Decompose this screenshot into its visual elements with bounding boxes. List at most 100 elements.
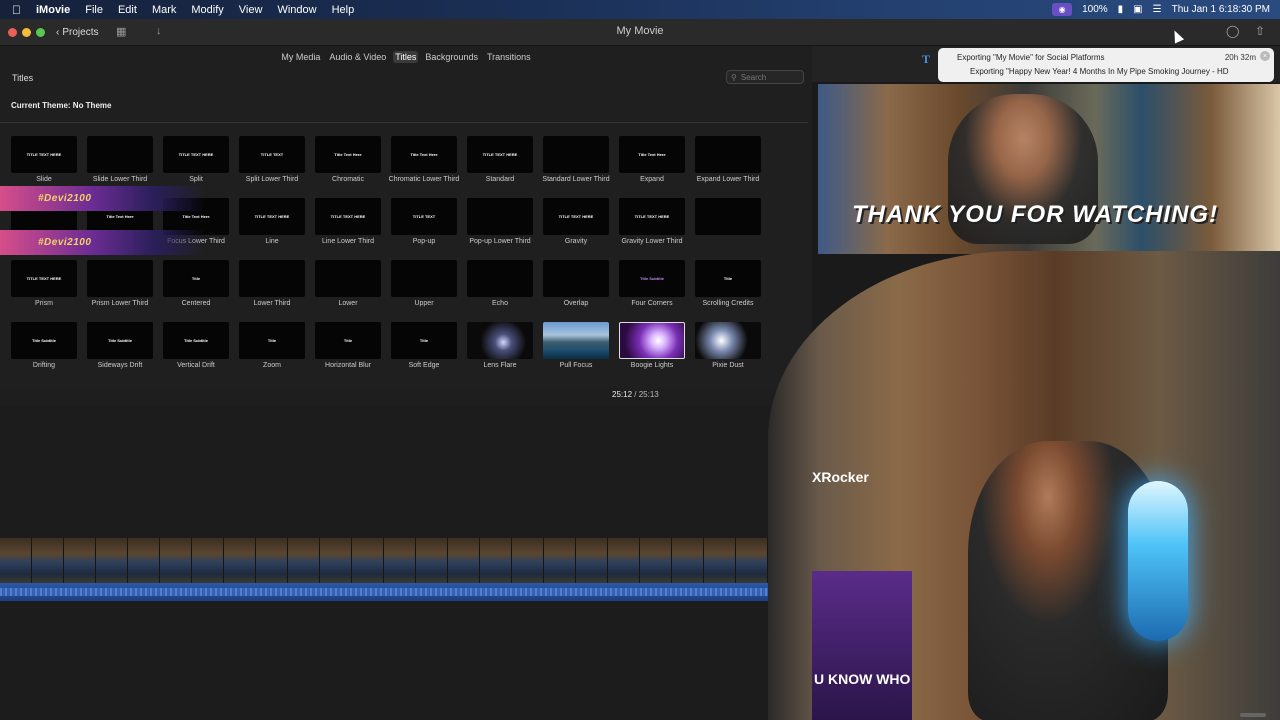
poster-text: U KNOW WHO [814,671,911,687]
title-thumbnail: Title Text Here [391,136,457,173]
search-field[interactable]: ⚲ Search [726,70,804,84]
title-tile[interactable]: TITLE TEXT HERE Gravity [538,198,614,260]
social-handle-banner: #Devi2100 [0,186,205,211]
title-thumbnail: TITLE TEXT [391,198,457,235]
clip-frame [0,538,32,583]
timecode-current: 25:12 [612,390,633,399]
title-thumbnail: Title Subtitle [11,322,77,359]
control-center-icon[interactable]: ☰ [1153,4,1162,15]
title-thumbnail [619,322,685,359]
title-tile-label: Standard Lower Third [542,176,610,183]
title-tile[interactable]: Lens Flare [462,322,538,384]
title-tile-label: Lens Flare [483,362,517,369]
share-icon[interactable]: ⇧ [1255,24,1265,38]
title-tile-label: Vertical Drift [177,362,215,369]
window-titlebar: ‹ Projects ▦ ↓ My Movie ◯ ⇧ [0,19,1280,46]
title-tile-label: Gravity [564,238,588,245]
title-thumbnail [543,136,609,173]
title-tile[interactable]: TITLE TEXT HERE Standard [462,136,538,198]
title-tile[interactable]: Pull Focus [538,322,614,384]
video-clip[interactable] [0,538,770,583]
title-tile[interactable]: Lower Third [234,260,310,322]
menu-app-name[interactable]: iMovie [36,4,70,16]
title-tile[interactable]: TITLE TEXT Pop-up [386,198,462,260]
title-tile-label: Line Lower Third [321,238,374,245]
title-tile[interactable]: Title Subtitle Four Corners [614,260,690,322]
menu-help[interactable]: Help [332,4,355,16]
close-icon[interactable]: × [1260,51,1270,61]
title-tile[interactable]: Title Zoom [234,322,310,384]
title-tile[interactable]: TITLE TEXT HERE Gravity Lower Third [614,198,690,260]
title-tile[interactable]: Title Scrolling Credits [690,260,766,322]
title-tile[interactable]: Title Horizontal Blur [310,322,386,384]
title-tile[interactable]: Title Text Here Chromatic [310,136,386,198]
screen-record-icon[interactable]: ◉ [1052,3,1073,16]
timeline[interactable] [0,405,770,720]
social-handle-banner: #Devi2100 [0,230,205,255]
title-text-icon[interactable]: T [922,52,930,67]
title-tile[interactable]: Title Centered [158,260,234,322]
cast-icon[interactable]: ▣ [1133,4,1142,15]
title-tile[interactable]: Echo [462,260,538,322]
browser-divider [0,122,808,123]
section-title: Titles [12,73,34,83]
title-thumbnail: TITLE TEXT HERE [543,198,609,235]
audio-track[interactable] [0,583,770,601]
title-tile-label: Slide Lower Third [92,176,148,183]
clip-frame [512,538,544,583]
title-tile[interactable]: TITLE TEXT HERE Prism [6,260,82,322]
title-tile[interactable]: Boogie Lights [614,322,690,384]
clip-frame [384,538,416,583]
title-tile[interactable]: Overlap [538,260,614,322]
menu-modify[interactable]: Modify [191,4,223,16]
tab-titles[interactable]: Titles [393,51,419,63]
title-tile-label: Prism [35,300,53,307]
title-tile[interactable]: Lower [310,260,386,322]
title-thumbnail [467,260,533,297]
battery-icon[interactable]: ▮ [1118,4,1124,15]
viewer: T Exporting "My Movie" for Social Platfo… [768,46,1280,720]
apple-menu-icon[interactable]:  [12,3,26,17]
menu-view[interactable]: View [239,4,263,16]
title-thumbnail: TITLE TEXT HERE [467,136,533,173]
tab-my-media[interactable]: My Media [279,51,322,63]
title-tile[interactable]: Pop-up Lower Third [462,198,538,260]
menu-window[interactable]: Window [277,4,316,16]
title-tile[interactable]: Upper [386,260,462,322]
title-tile[interactable]: TITLE TEXT Split Lower Third [234,136,310,198]
title-thumbnail: TITLE TEXT [239,136,305,173]
title-tile-label: Horizontal Blur [325,362,371,369]
title-tile[interactable]: Title Subtitle Drifting [6,322,82,384]
title-thumbnail [87,260,153,297]
title-tile[interactable]: Title Text Here Expand [614,136,690,198]
title-tile[interactable]: Prism Lower Third [82,260,158,322]
title-tile[interactable]: Title Soft Edge [386,322,462,384]
title-thumbnail: TITLE TEXT HERE [11,260,77,297]
search-icon: ⚲ [731,72,737,82]
menu-clock[interactable]: Thu Jan 1 6:18:30 PM [1172,4,1270,15]
title-tile[interactable]: Expand Lower Third [690,136,766,198]
title-tile-label: Boogie Lights [630,362,674,369]
enhance-icon[interactable]: ◯ [1226,24,1239,38]
menu-mark[interactable]: Mark [152,4,176,16]
tab-transitions[interactable]: Transitions [485,51,533,63]
title-thumbnail [695,198,761,235]
menu-edit[interactable]: Edit [118,4,137,16]
title-tile[interactable]: TITLE TEXT HERE Line [234,198,310,260]
menu-file[interactable]: File [85,4,103,16]
title-tile[interactable]: Title Subtitle Vertical Drift [158,322,234,384]
title-tile[interactable]: Title Text Here Chromatic Lower Third [386,136,462,198]
title-thumbnail [239,260,305,297]
tab-audio-video[interactable]: Audio & Video [327,51,388,63]
title-tile-label: Lower [338,300,358,307]
title-tile[interactable]: Standard Lower Third [538,136,614,198]
scrollbar[interactable] [1240,713,1266,717]
title-tile[interactable]: TITLE TEXT HERE Line Lower Third [310,198,386,260]
audio-waveform [0,588,770,596]
title-tile[interactable] [690,198,766,260]
title-tile[interactable]: Pixie Dust [690,322,766,384]
title-tile[interactable]: Title Subtitle Sideways Drift [82,322,158,384]
tab-backgrounds[interactable]: Backgrounds [423,51,480,63]
title-tile-label: Upper [414,300,434,307]
microphone-image [1128,481,1188,641]
